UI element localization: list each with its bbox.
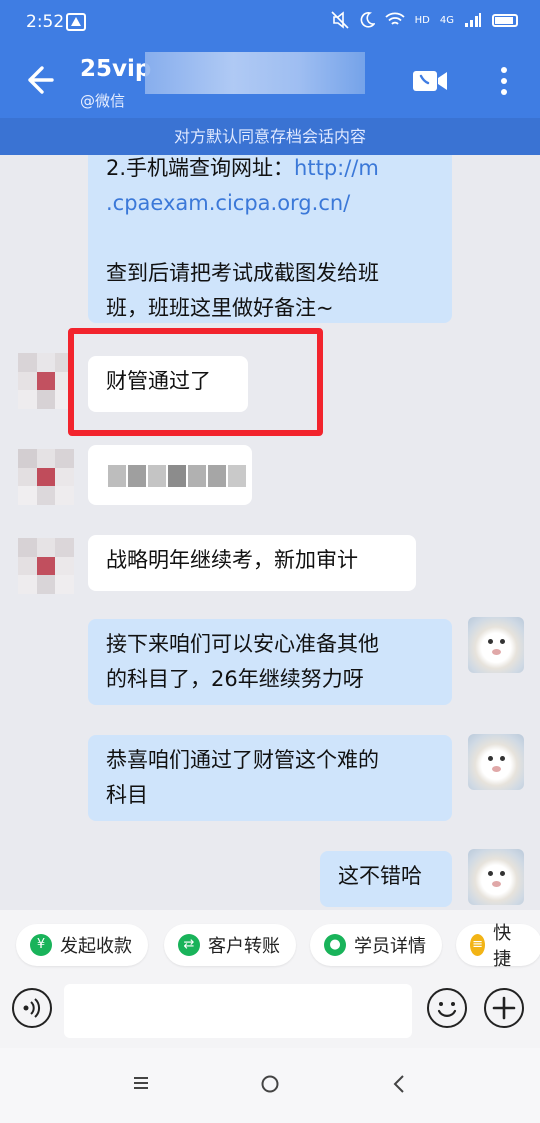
quick-action-label: 学员详情	[354, 936, 426, 957]
voice-input-button[interactable]	[12, 988, 52, 1028]
message-text: 查到后请把考试成截图发给班	[106, 261, 379, 285]
moon-icon	[360, 12, 375, 28]
voice-icon	[23, 998, 41, 1018]
system-nav-bar	[0, 1048, 540, 1123]
hd-label: HD	[414, 14, 430, 26]
message-bubble-outgoing[interactable]: 这不错哈	[320, 851, 452, 907]
highlight-box	[68, 328, 323, 436]
message-bubble-incoming[interactable]: 战略明年继续考，新加审计	[88, 535, 416, 591]
quick-action-customer-transfer[interactable]: ⇄ 客户转账	[164, 924, 296, 966]
quick-action-label: 发起收款	[60, 936, 132, 957]
message-text: 2.手机端查询网址：	[106, 156, 295, 180]
message-text: 班，班班这里做好备注~	[106, 296, 334, 320]
signal-icon	[465, 13, 481, 27]
status-time: 2:52	[26, 12, 65, 32]
quick-action-label: 客户转账	[208, 936, 280, 957]
my-avatar[interactable]	[468, 617, 524, 673]
emoji-button[interactable]	[427, 988, 467, 1028]
user-icon: ●	[324, 934, 346, 956]
message-link-cont[interactable]: .cpaexam.cicpa.org.cn/	[106, 186, 434, 221]
quick-reply-icon: ≡	[470, 934, 486, 956]
message-link[interactable]: http://m	[294, 156, 379, 180]
avatar[interactable]	[18, 538, 74, 594]
more-options-icon[interactable]	[494, 64, 514, 98]
back-icon[interactable]	[390, 1074, 408, 1094]
message-text: 战略明年继续考，新加审计	[106, 548, 358, 572]
redacted-text	[108, 465, 248, 491]
plus-icon	[492, 996, 516, 1020]
quick-actions-bar: ¥ 发起收款 ⇄ 客户转账 ● 学员详情 ≡ 快捷	[0, 910, 540, 976]
avatar[interactable]	[18, 353, 74, 409]
mute-icon	[331, 11, 349, 29]
quick-action-student-details[interactable]: ● 学员详情	[310, 924, 442, 966]
yen-icon: ¥	[30, 934, 52, 956]
quick-action-quick-reply[interactable]: ≡ 快捷	[456, 923, 540, 970]
menu-icon[interactable]	[132, 1074, 150, 1092]
my-avatar[interactable]	[468, 734, 524, 790]
archive-notice: 对方默认同意存档会话内容	[0, 118, 540, 155]
message-text: 这不错哈	[338, 864, 422, 888]
message-bubble-outgoing[interactable]: 接下来咱们可以安心准备其他 的科目了，26年继续努力呀	[88, 619, 452, 705]
chat-subtitle: @微信	[80, 92, 126, 110]
home-icon[interactable]	[260, 1074, 280, 1094]
message-input[interactable]	[64, 984, 412, 1038]
top-app-bar: 2:52 HD 4G 25vip @微信 对方默认同意存档会话内容	[0, 0, 540, 155]
chat-messages[interactable]: 2.手机端查询网址：http://m .cpaexam.cicpa.org.cn…	[0, 155, 540, 910]
message-text: 接下来咱们可以安心准备其他	[106, 632, 379, 656]
avatar[interactable]	[18, 449, 74, 505]
status-icons: HD 4G	[331, 11, 518, 29]
app-notification-icon	[66, 13, 86, 31]
my-avatar[interactable]	[468, 849, 524, 905]
message-bubble-outgoing[interactable]: 恭喜咱们通过了财管这个难的 科目	[88, 735, 452, 821]
message-text: 科目	[106, 783, 148, 807]
network-label: 4G	[439, 14, 454, 26]
input-bar	[0, 976, 540, 1048]
emoji-icon	[437, 1002, 457, 1017]
message-bubble-outgoing[interactable]: 2.手机端查询网址：http://m .cpaexam.cicpa.org.cn…	[88, 155, 452, 323]
more-features-button[interactable]	[484, 988, 524, 1028]
quick-action-label: 快捷	[493, 923, 512, 970]
wifi-icon	[385, 12, 405, 25]
video-call-icon[interactable]	[412, 69, 448, 93]
message-text: 的科目了，26年继续努力呀	[106, 667, 364, 691]
chat-title[interactable]: 25vip	[80, 56, 151, 82]
status-bar: 2:52 HD 4G	[0, 0, 540, 44]
back-arrow-icon[interactable]	[20, 62, 56, 98]
battery-icon	[492, 13, 518, 27]
quick-action-collect-payment[interactable]: ¥ 发起收款	[16, 924, 148, 966]
message-text: 恭喜咱们通过了财管这个难的	[106, 748, 379, 772]
transfer-icon: ⇄	[178, 934, 200, 956]
redaction-mask	[145, 52, 365, 94]
